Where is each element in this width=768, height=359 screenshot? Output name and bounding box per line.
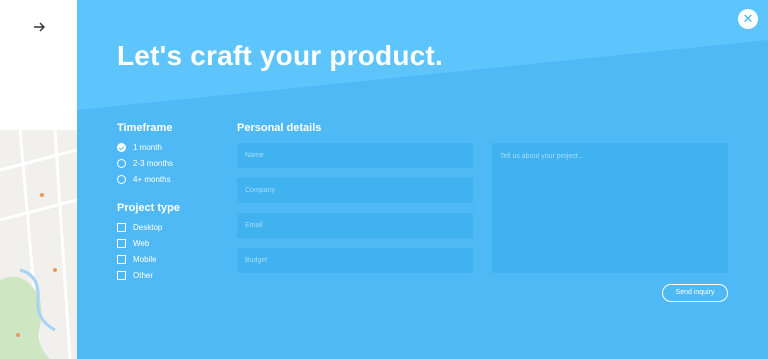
checkbox-icon: [117, 254, 126, 264]
checkbox-icon: [117, 222, 126, 232]
company-field[interactable]: Company: [237, 178, 473, 203]
timeframe-option-2-3-months[interactable]: 2-3 months: [117, 157, 173, 169]
name-field[interactable]: Name: [237, 143, 473, 168]
timeframe-heading: Timeframe: [117, 122, 173, 134]
radio-icon: [117, 158, 126, 168]
page-title: Let's craft your product.: [117, 40, 443, 71]
checkbox-icon: [117, 270, 126, 280]
budget-field[interactable]: Budget: [237, 248, 473, 273]
project-type-mobile[interactable]: Mobile: [117, 253, 157, 265]
project-type-desktop[interactable]: Desktop: [117, 221, 162, 233]
project-type-web[interactable]: Web: [117, 237, 149, 249]
project-message-textarea[interactable]: Tell us about your project...: [492, 143, 728, 273]
project-type-heading: Project type: [117, 202, 180, 214]
left-strip: [0, 0, 77, 359]
timeframe-option-4-months[interactable]: 4+ months: [117, 173, 171, 185]
arrow-right-icon[interactable]: [30, 18, 48, 36]
personal-details-heading: Personal details: [237, 122, 322, 134]
close-icon[interactable]: ✕: [738, 9, 758, 29]
email-field[interactable]: Email: [237, 213, 473, 238]
checkbox-icon: [117, 238, 126, 248]
map-background: [0, 130, 77, 359]
project-type-other[interactable]: Other: [117, 269, 153, 281]
send-inquiry-button[interactable]: Send inquiry: [662, 284, 728, 302]
radio-icon: [117, 174, 126, 184]
radio-checked-icon: [117, 142, 126, 152]
timeframe-option-1-month[interactable]: 1 month: [117, 141, 162, 153]
inquiry-panel: ✕ Let's craft your product. Timeframe 1 …: [77, 0, 768, 359]
